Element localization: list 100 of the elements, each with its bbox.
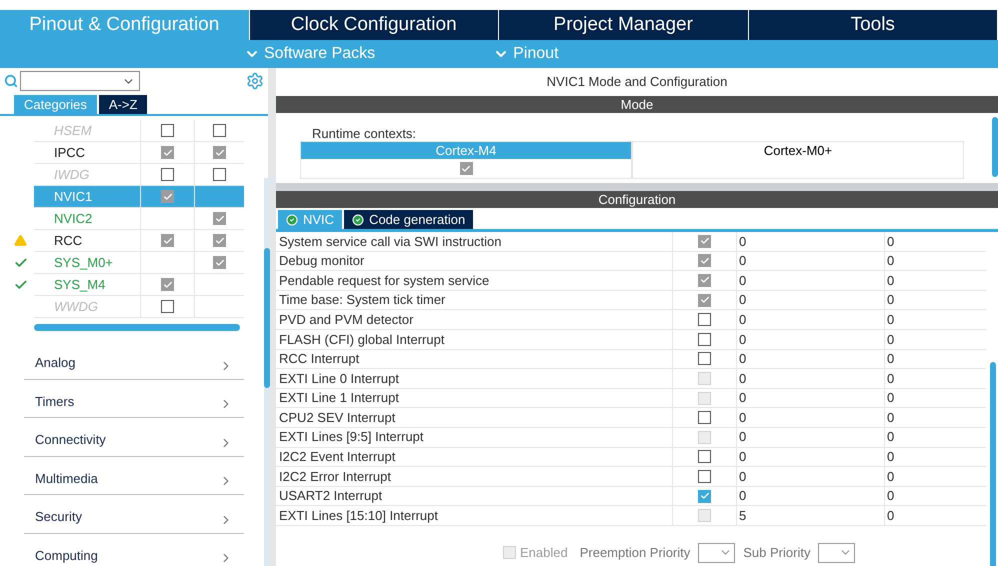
interrupt-name: EXTI Line 0 Interrupt [276,369,673,388]
interrupt-name: Pendable request for system service [276,271,673,290]
interrupt-name: EXTI Line 1 Interrupt [276,388,673,408]
check-circle-icon [352,214,364,226]
checkbox[interactable] [698,450,711,464]
checkbox[interactable] [698,470,711,483]
top-tab[interactable]: Clock Configuration [250,10,499,40]
section-header: Configuration [276,191,998,208]
peripheral-name: SYS_M0+ [34,252,141,273]
preemption-value: 0 [736,271,885,290]
checkbox[interactable] [213,168,226,181]
preemption-value: 0 [736,350,885,368]
peripheral-name: HSEM [34,120,141,141]
interrupt-name: PVD and PVM detector [276,310,673,329]
sub-priority-dropdown[interactable] [818,542,856,563]
checkbox[interactable] [161,146,174,159]
category-item[interactable]: Timers [24,380,244,418]
peripheral-name: IWDG [34,164,141,185]
sub-priority-value: 0 [886,232,894,251]
peripheral-name: RCC [34,230,141,251]
preemption-value: 0 [736,428,885,447]
search-icon [4,74,18,88]
peripheral-name: IPCC [34,142,141,163]
peripheral-name: NVIC1 [34,186,141,207]
interrupt-name: FLASH (CFI) global Interrupt [276,330,673,349]
preemption-value: 0 [736,310,885,329]
checkbox[interactable] [698,490,711,503]
sub-priority-value: 0 [886,408,894,427]
checkbox[interactable] [161,300,174,313]
checkbox[interactable] [460,162,472,175]
panel-title: NVIC1 Mode and Configuration [546,73,728,92]
checkbox[interactable] [161,190,174,203]
sub-priority-value: 0 [886,389,894,408]
peripheral-row[interactable]: RCC [34,230,244,252]
preemption-value: 0 [736,252,885,270]
peripheral-name: WWDG [34,296,141,317]
category-item[interactable]: Analog [24,341,244,380]
checkbox[interactable] [698,352,711,366]
checkbox[interactable] [698,411,711,424]
preemption-value: 0 [736,290,885,310]
peripheral-row[interactable]: IPCC [34,142,244,164]
preemption-value: 0 [736,448,885,466]
interrupt-name: USART2 Interrupt [276,486,673,506]
settings-icon [246,72,264,90]
sub-priority-value: 0 [886,252,894,270]
interrupt-name: Time base: System tick timer [276,290,673,310]
checkbox[interactable] [213,124,226,137]
sub-priority-value: 0 [886,506,894,525]
category-item[interactable]: Multimedia [24,456,244,495]
search-field[interactable] [20,71,140,91]
category-item[interactable]: Connectivity [24,418,244,456]
enabled-label: Enabled [520,544,568,562]
preemption-value: 0 [736,467,885,486]
sub-priority-label: Sub Priority [743,544,810,562]
section-header: Mode [276,96,998,113]
interrupt-name: I2C2 Error Interrupt [276,467,673,486]
runtime-label: Runtime contexts: [311,125,418,141]
checkbox[interactable] [161,124,174,137]
peripheral-name: SYS_M4 [34,274,141,295]
checkbox[interactable] [698,332,711,346]
preemption-value: 0 [736,232,885,251]
preemption-value: 0 [736,369,885,388]
sub-priority-value: 0 [886,350,894,368]
sub-priority-value: 0 [886,291,894,310]
vertical-scrollbar[interactable] [992,117,998,177]
preemption-label: Preemption Priority [580,544,690,562]
top-tab[interactable]: Project Manager [499,10,748,40]
checkbox[interactable] [213,212,226,225]
sub-priority-value: 0 [886,448,894,466]
interrupt-name: CPU2 SEV Interrupt [276,408,673,427]
top-tab[interactable]: Tools [748,10,998,40]
preemption-value: 0 [736,388,885,408]
checkbox[interactable] [161,168,174,181]
preemption-value: 0 [736,486,885,506]
config-tab[interactable]: Code generation [344,210,474,229]
preemption-value: 0 [736,330,885,349]
preemption-dropdown[interactable] [698,542,736,563]
interrupt-name: System service call via SWI instruction [276,232,673,251]
vertical-scrollbar[interactable] [264,178,270,566]
peripheral-name: NVIC2 [34,208,141,229]
sub-priority-value: 0 [886,428,894,446]
checkbox[interactable] [161,234,174,247]
view-tab[interactable]: A->Z [98,95,148,114]
horizontal-scrollbar[interactable] [34,324,240,331]
interrupt-name: EXTI Lines [9:5] Interrupt [276,428,673,447]
interrupt-name: Debug monitor [276,252,673,270]
vertical-scrollbar[interactable] [990,362,996,566]
sub-priority-value: 0 [886,330,894,349]
checkbox[interactable] [213,146,226,159]
category-item[interactable]: Security [24,495,244,534]
checkbox[interactable] [213,256,226,269]
interrupt-name: I2C2 Event Interrupt [276,448,673,466]
category-item[interactable]: Computing [24,534,244,566]
checkbox[interactable] [213,234,226,247]
sub-priority-value: 0 [886,370,894,388]
sub-priority-value: 0 [886,310,894,329]
sub-priority-value: 0 [886,272,894,290]
preemption-value: 5 [736,506,885,525]
checkbox[interactable] [698,313,711,326]
checkbox[interactable] [161,278,174,291]
